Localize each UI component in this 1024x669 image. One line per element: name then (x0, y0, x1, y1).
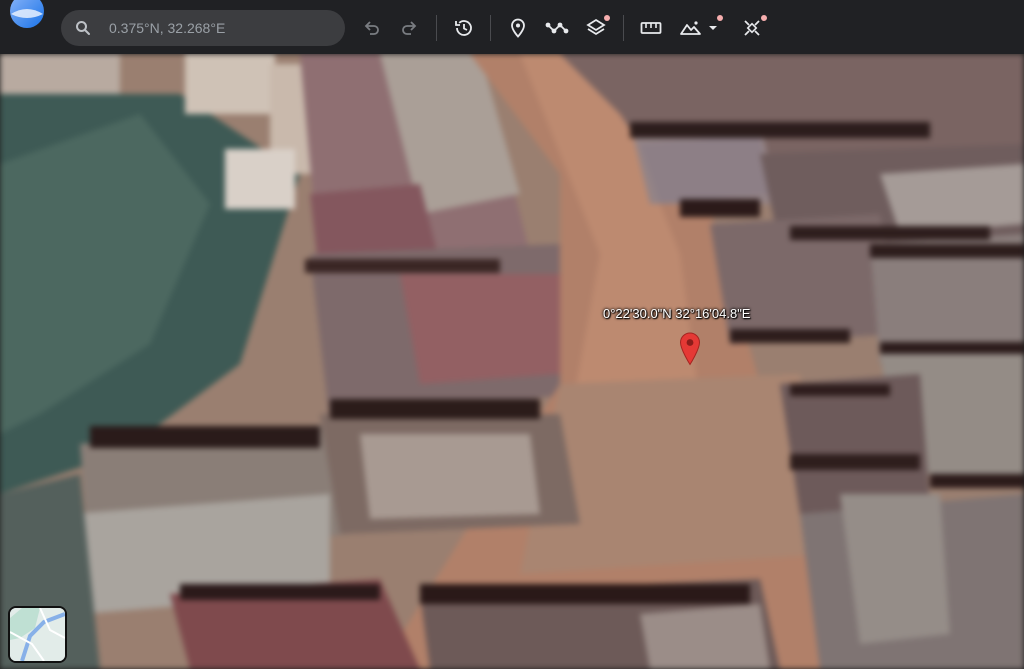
draw-path-icon[interactable] (541, 12, 573, 44)
search-input[interactable] (105, 20, 325, 36)
satellite-map-view[interactable]: 0°22'30.0"N 32°16'04.8"E (0, 54, 1024, 669)
historical-imagery-icon[interactable] (448, 12, 480, 44)
notification-dot (604, 15, 610, 21)
notification-dot (761, 15, 767, 21)
toolbar-divider (623, 15, 624, 41)
satellite-imagery (0, 54, 1024, 669)
search-bar[interactable] (61, 10, 345, 46)
minimap-thumbnail-icon[interactable] (8, 606, 67, 663)
toolbar-divider (490, 15, 491, 41)
notification-dot (717, 15, 723, 21)
projects-dropdown-icon[interactable] (675, 12, 721, 44)
google-earth-logo-icon[interactable] (8, 0, 46, 30)
location-pin-icon[interactable] (679, 332, 701, 366)
redo-icon[interactable] (393, 12, 425, 44)
measure-ruler-icon[interactable] (635, 12, 667, 44)
top-toolbar (0, 0, 1024, 54)
search-icon[interactable] (61, 10, 105, 46)
google-earth-app: 0°22'30.0"N 32°16'04.8"E (0, 0, 1024, 669)
undo-icon[interactable] (356, 12, 388, 44)
placemark-coordinate-label: 0°22'30.0"N 32°16'04.8"E (603, 306, 751, 321)
add-placemark-icon[interactable] (502, 12, 534, 44)
toolbar-divider (436, 15, 437, 41)
